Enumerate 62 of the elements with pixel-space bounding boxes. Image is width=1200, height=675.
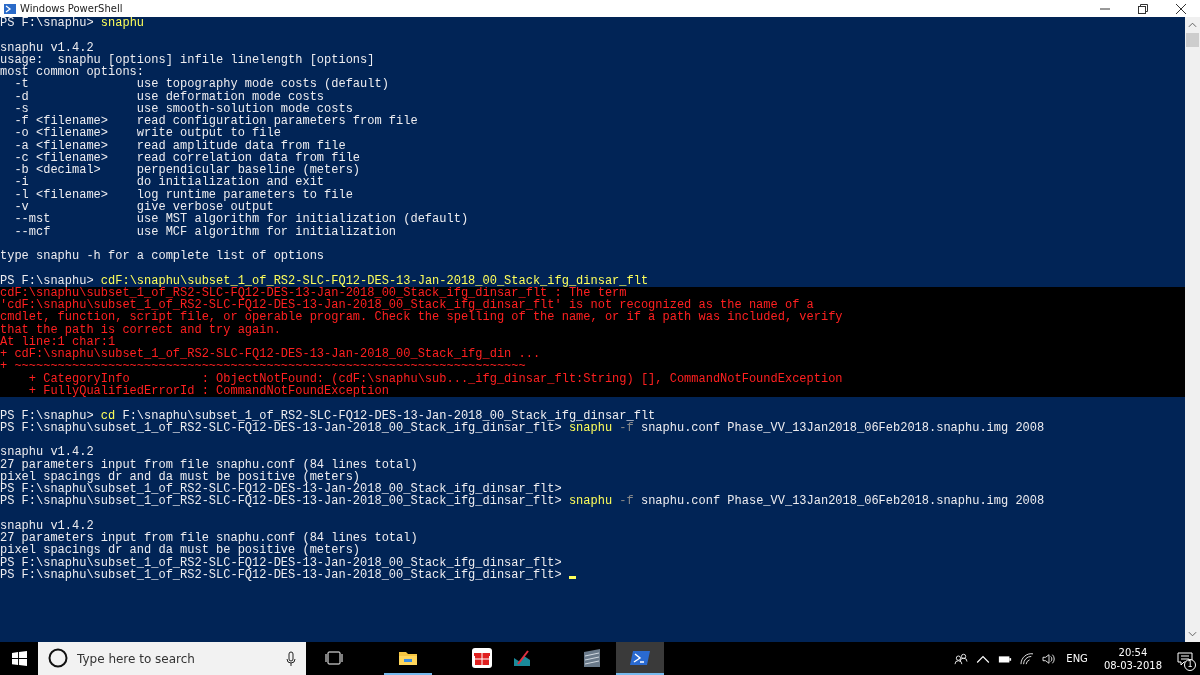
prompt-text: PS F:\snaphu> [0,408,94,423]
action-center-button[interactable]: 1 [1170,642,1200,675]
console-text: snaphu.conf Phase_VV_13Jan2018_06Feb2018.snaphu.img 2008 [640,420,1045,435]
clock[interactable]: 20:54 08-03-2018 [1103,645,1162,672]
command-text: cdF:\snaphu\subset_1_of_RS2-SLC-FQ12-DES-13-Jan-2018_00_Stack_ifg_dinsar_flt [100,273,649,288]
window-title: Windows PowerShell [20,3,123,14]
command-text: snaphu [568,420,613,435]
prompt-text: PS F:\snaphu\subset_1_of_RS2-SLC-FQ12-DES-13-Jan-2018_00_Stack_ifg_dinsar_flt> [0,420,562,435]
prompt-text: PS F:\snaphu> [0,17,94,30]
striped-app-icon [582,647,602,668]
message-icon [1177,651,1193,666]
output-line: 27 parameters input from file snaphu.conf (84 lines total) [0,457,418,472]
clock-time: 20:54 [1118,645,1148,659]
command-text: snaphu [568,494,613,509]
output-line: type snaphu -h for a complete list of options [0,249,325,264]
scroll-down-icon[interactable] [1188,631,1197,637]
search-field[interactable]: Type here to search [38,642,306,675]
notification-count: 1 [1184,659,1196,671]
scrollbar-thumb[interactable] [1186,33,1199,47]
powershell-icon [630,649,650,666]
output-line: -s use smooth-solution mode costs [13,101,353,116]
windows-logo-icon [11,651,27,666]
console-text: F:\snaphu\subset_1_of_RS2-SLC-FQ12-DES-13-Jan-2018_00_Stack_ifg_dinsar_flt [122,408,656,423]
output-line: snaphu v1.4.2 [0,445,94,460]
task-view-icon [325,650,343,665]
microphone-icon[interactable] [286,651,296,667]
output-line: --mcf use MCF algorithm for initialization [13,224,397,239]
console-text: snaphu.conf Phase_VV_13Jan2018_06Feb2018.snaphu.img 2008 [640,494,1045,509]
output-line: -o <filename> write output to file [13,126,281,141]
clock-date: 08-03-2018 [1103,658,1162,672]
parameter-text: -f [619,420,634,435]
output-line: snaphu v1.4.2 [0,518,94,533]
scroll-up-icon[interactable] [1188,22,1197,28]
prompt-text: PS F:\snaphu\subset_1_of_RS2-SLC-FQ12-DES-13-Jan-2018_00_Stack_ifg_dinsar_flt> [0,555,562,570]
output-line: pixel spacings dr and da must be positive (meters) [0,469,361,484]
speaker-icon[interactable] [1042,652,1057,665]
output-line: -a <filename> read amplitude data from file [13,138,346,153]
output-line: -c <filename> read correlation data from file [13,150,361,165]
command-text: cd [100,408,116,423]
parameter-text: -f [619,494,634,509]
close-icon [1176,3,1186,14]
prompt-text: PS F:\snaphu\subset_1_of_RS2-SLC-FQ12-DES-13-Jan-2018_00_Stack_ifg_dinsar_flt> [0,567,562,582]
powershell-icon [4,3,16,14]
prompt-text: PS F:\snaphu\subset_1_of_RS2-SLC-FQ12-DES-13-Jan-2018_00_Stack_ifg_dinsar_flt> [0,494,562,509]
circle-icon [48,648,68,668]
output-line: -d use deformation mode costs [13,89,325,104]
language-indicator[interactable]: ENG [1066,653,1088,664]
command-text: snaphu [100,17,145,30]
output-line: -t use topography mode costs (default) [13,77,389,92]
wifi-icon[interactable] [1020,652,1035,665]
people-icon[interactable] [954,652,969,665]
folder-icon [398,649,418,666]
restore-icon [1138,3,1148,14]
output-line: --mst use MST algorithm for initialization (default) [13,212,469,227]
output-line: snaphu v1.4.2 [0,40,94,55]
output-line: -v give verbose output [13,200,274,214]
output-line: -i do initialization and exit [13,175,325,190]
output-line: -l <filename> log runtime parameters to file [13,187,353,202]
gift-icon [472,647,492,668]
output-line: pixel spacings dr and da must be positive (meters) [0,543,361,558]
prompt-text: PS F:\snaphu> [0,273,94,288]
scrollbar[interactable] [1185,17,1200,642]
